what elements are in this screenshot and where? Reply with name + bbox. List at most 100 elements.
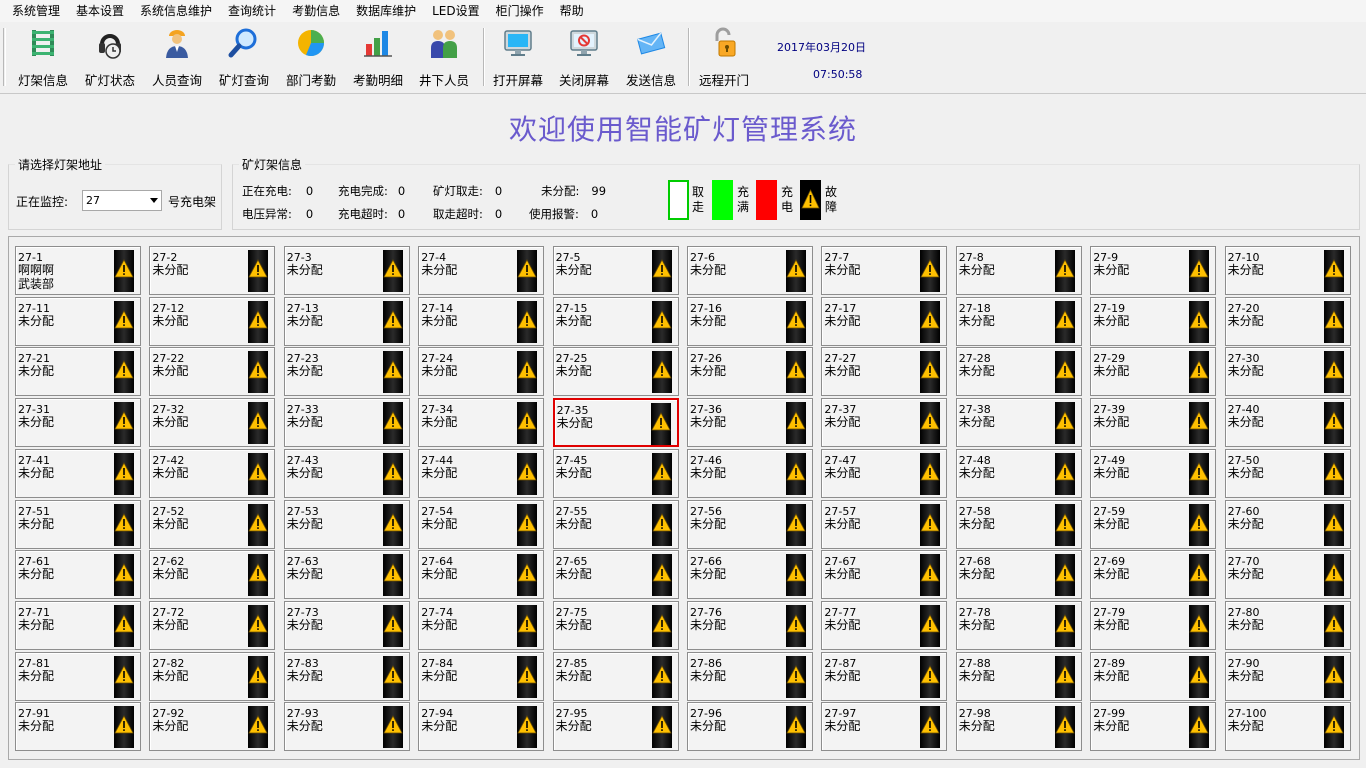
lamp-slot[interactable]: 27-6 未分配 [687,246,813,295]
lamp-slot[interactable]: 27-76 未分配 [687,600,813,650]
lamp-slot[interactable]: 27-29 未分配 [1090,347,1217,397]
lamp-slot[interactable]: 27-8 未分配 [955,246,1082,295]
lamp-slot[interactable]: 27-49 未分配 [1090,448,1217,498]
lamp-status-button[interactable]: 矿灯状态 [76,26,144,90]
lamp-slot[interactable]: 27-71 未分配 [15,600,141,650]
lamp-slot[interactable]: 27-32 未分配 [149,398,276,448]
lamp-query-button[interactable]: 矿灯查询 [210,26,278,90]
lamp-slot[interactable]: 27-47 未分配 [821,448,948,498]
lamp-slot[interactable]: 27-59 未分配 [1090,499,1217,549]
lamp-rack-info-button[interactable]: 灯架信息 [9,26,77,90]
lamp-slot[interactable]: 27-48 未分配 [955,448,1082,498]
lamp-slot[interactable]: 27-100 未分配 [1224,702,1351,752]
lamp-slot[interactable]: 27-90 未分配 [1224,651,1351,701]
lamp-slot[interactable]: 27-3 未分配 [283,246,410,295]
lamp-slot[interactable]: 27-73 未分配 [283,600,410,650]
lamp-slot[interactable]: 27-74 未分配 [418,600,545,650]
lamp-slot[interactable]: 27-99 未分配 [1090,702,1217,752]
lamp-slot[interactable]: 27-37 未分配 [821,398,948,448]
menu-info-maintenance[interactable]: 系统信息维护 [132,0,220,22]
lamp-slot[interactable]: 27-11 未分配 [15,296,141,346]
menu-attendance[interactable]: 考勤信息 [284,0,348,22]
lamp-slot[interactable]: 27-58 未分配 [955,499,1082,549]
lamp-slot[interactable]: 27-50 未分配 [1224,448,1351,498]
lamp-slot[interactable]: 27-26 未分配 [687,347,813,397]
lamp-slot[interactable]: 27-14 未分配 [418,296,545,346]
lamp-slot[interactable]: 27-9 未分配 [1090,246,1217,295]
attendance-detail-button[interactable]: 考勤明细 [344,26,412,90]
lamp-slot[interactable]: 27-57 未分配 [821,499,948,549]
lamp-slot[interactable]: 27-44 未分配 [418,448,545,498]
lamp-slot[interactable]: 27-15 未分配 [552,296,679,346]
lamp-slot[interactable]: 27-19 未分配 [1090,296,1217,346]
lamp-slot[interactable]: 27-46 未分配 [687,448,813,498]
lamp-slot[interactable]: 27-63 未分配 [283,550,410,600]
lamp-slot[interactable]: 27-82 未分配 [149,651,276,701]
lamp-slot[interactable]: 27-21 未分配 [15,347,141,397]
menu-cabinet-door[interactable]: 柜门操作 [488,0,552,22]
lamp-slot[interactable]: 27-33 未分配 [283,398,410,448]
lamp-slot[interactable]: 27-84 未分配 [418,651,545,701]
lamp-slot[interactable]: 27-60 未分配 [1224,499,1351,549]
lamp-slot[interactable]: 27-87 未分配 [821,651,948,701]
lamp-slot[interactable]: 27-97 未分配 [821,702,948,752]
menu-basic-settings[interactable]: 基本设置 [68,0,132,22]
lamp-slot[interactable]: 27-40 未分配 [1224,398,1351,448]
lamp-slot[interactable]: 27-28 未分配 [955,347,1082,397]
menu-led-settings[interactable]: LED设置 [424,0,488,22]
menu-database[interactable]: 数据库维护 [348,0,424,22]
lamp-slot[interactable]: 27-62 未分配 [149,550,276,600]
lamp-slot[interactable]: 27-64 未分配 [418,550,545,600]
lamp-slot[interactable]: 27-12 未分配 [149,296,276,346]
lamp-slot[interactable]: 27-22 未分配 [149,347,276,397]
lamp-slot[interactable]: 27-88 未分配 [955,651,1082,701]
lamp-slot[interactable]: 27-85 未分配 [552,651,679,701]
lamp-slot[interactable]: 27-72 未分配 [149,600,276,650]
lamp-slot[interactable]: 27-65 未分配 [552,550,679,600]
lamp-slot[interactable]: 27-31 未分配 [15,398,141,448]
lamp-slot[interactable]: 27-2 未分配 [149,246,276,295]
lamp-slot[interactable]: 27-98 未分配 [955,702,1082,752]
underground-staff-button[interactable]: 井下人员 [410,26,478,90]
lamp-slot[interactable]: 27-70 未分配 [1224,550,1351,600]
lamp-slot[interactable]: 27-34 未分配 [418,398,545,448]
toolbar-grip[interactable] [3,28,6,86]
lamp-slot[interactable]: 27-1 啊啊啊 武装部 [15,246,141,295]
menu-query-stats[interactable]: 查询统计 [220,0,284,22]
open-screen-button[interactable]: 打开屏幕 [484,26,552,90]
lamp-slot[interactable]: 27-51 未分配 [15,499,141,549]
lamp-slot[interactable]: 27-89 未分配 [1090,651,1217,701]
chevron-down-icon[interactable] [150,198,158,203]
lamp-slot[interactable]: 27-95 未分配 [552,702,679,752]
lamp-slot[interactable]: 27-18 未分配 [955,296,1082,346]
lamp-slot[interactable]: 27-35 未分配 [552,398,679,448]
menu-help[interactable]: 帮助 [552,0,592,22]
lamp-slot[interactable]: 27-39 未分配 [1090,398,1217,448]
lamp-slot[interactable]: 27-17 未分配 [821,296,948,346]
lamp-slot[interactable]: 27-23 未分配 [283,347,410,397]
lamp-slot[interactable]: 27-24 未分配 [418,347,545,397]
lamp-slot[interactable]: 27-42 未分配 [149,448,276,498]
lamp-slot[interactable]: 27-91 未分配 [15,702,141,752]
lamp-slot[interactable]: 27-81 未分配 [15,651,141,701]
lamp-slot[interactable]: 27-16 未分配 [687,296,813,346]
lamp-slot[interactable]: 27-38 未分配 [955,398,1082,448]
lamp-slot[interactable]: 27-96 未分配 [687,702,813,752]
close-screen-button[interactable]: 关闭屏幕 [550,26,618,90]
lamp-slot[interactable]: 27-69 未分配 [1090,550,1217,600]
menu-system[interactable]: 系统管理 [4,0,68,22]
lamp-slot[interactable]: 27-41 未分配 [15,448,141,498]
lamp-slot[interactable]: 27-10 未分配 [1224,246,1351,295]
lamp-slot[interactable]: 27-75 未分配 [552,600,679,650]
lamp-slot[interactable]: 27-7 未分配 [821,246,948,295]
lamp-slot[interactable]: 27-52 未分配 [149,499,276,549]
lamp-slot[interactable]: 27-4 未分配 [418,246,545,295]
lamp-slot[interactable]: 27-45 未分配 [552,448,679,498]
lamp-slot[interactable]: 27-66 未分配 [687,550,813,600]
lamp-slot[interactable]: 27-56 未分配 [687,499,813,549]
lamp-slot[interactable]: 27-80 未分配 [1224,600,1351,650]
remote-open-door-button[interactable]: 远程开门 [690,26,758,90]
lamp-slot[interactable]: 27-55 未分配 [552,499,679,549]
lamp-slot[interactable]: 27-77 未分配 [821,600,948,650]
lamp-slot[interactable]: 27-5 未分配 [552,246,679,295]
